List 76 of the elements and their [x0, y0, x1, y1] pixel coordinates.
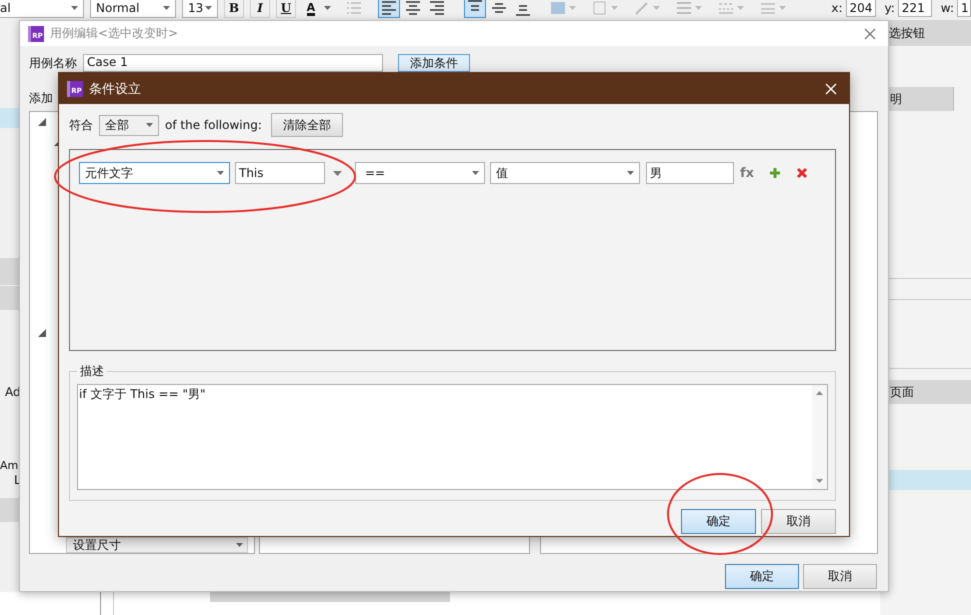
input-field[interactable]: 1 [957, 0, 971, 17]
dropdown[interactable]: al [0, 0, 84, 18]
plus-icon [769, 167, 781, 179]
widget-label: Am [0, 459, 18, 472]
align-left-button[interactable] [378, 0, 400, 18]
ok-button[interactable]: 确定 [681, 509, 756, 534]
dropdown[interactable]: == [355, 162, 485, 184]
align-center-icon [405, 0, 421, 16]
tree-item[interactable]: 设置尺寸 [66, 537, 248, 553]
caret-icon [472, 171, 479, 175]
input-field[interactable]: 204 [846, 0, 876, 17]
field-label: 用例名称 [29, 54, 78, 72]
align-left-icon [381, 0, 397, 16]
dropdown[interactable]: 13 [182, 0, 218, 18]
close-icon [864, 28, 876, 40]
field-label: of the following: [165, 118, 263, 132]
caret-icon [611, 6, 618, 10]
dropdown[interactable]: Normal [90, 0, 176, 18]
group-label: 描述 [79, 363, 105, 380]
section-label: 添加 [29, 90, 53, 107]
caret-icon [779, 6, 786, 10]
close-icon [825, 82, 837, 94]
ok-button[interactable]: 确定 [725, 564, 799, 589]
pen-icon [634, 0, 650, 16]
caret-icon [146, 123, 153, 127]
caret-icon [569, 6, 576, 10]
panel-title: 页面 [889, 384, 914, 400]
underline-button[interactable]: U [276, 0, 296, 18]
fill-color-icon [550, 0, 566, 16]
scroll-down-icon [816, 479, 823, 483]
add-button[interactable] [767, 165, 783, 181]
clear-all-button[interactable]: 清除全部 [271, 113, 343, 137]
bold-button[interactable]: B [224, 0, 244, 18]
delete-button[interactable] [794, 165, 810, 181]
caret-icon [217, 171, 224, 175]
caret-icon [236, 543, 243, 547]
window-title: 条件设立 [89, 80, 141, 98]
input-field[interactable]: 男 [646, 162, 734, 184]
input-field[interactable]: 221 [898, 0, 932, 17]
column-title: 明 [889, 90, 902, 108]
input-field[interactable]: This [235, 162, 325, 184]
function-button[interactable]: fx [738, 166, 756, 180]
caret-icon [71, 6, 78, 10]
caret-icon [695, 6, 702, 10]
dropdown[interactable]: 全部 [99, 114, 159, 136]
caret-icon [627, 171, 634, 175]
cancel-button[interactable]: 取消 [803, 564, 877, 589]
dropdown[interactable]: 值 [490, 162, 640, 184]
add-condition-button[interactable]: 添加条件 [398, 54, 470, 72]
expand-icon [38, 118, 46, 126]
scroll-up-icon [816, 391, 823, 395]
input-field[interactable]: Case 1 [83, 54, 383, 72]
field-label: x: [831, 0, 843, 14]
list-icon [346, 0, 362, 14]
italic-button[interactable]: I [250, 0, 270, 18]
caret-icon [163, 6, 170, 10]
caret-icon [205, 6, 212, 10]
border-icon [592, 0, 608, 16]
field-label: w: [940, 0, 954, 14]
align-top-button[interactable] [464, 0, 486, 18]
panel-title: 选按钮 [888, 24, 925, 42]
align-right-icon [429, 0, 445, 16]
cross-icon [796, 167, 808, 179]
window-title: 用例编辑<选中改变时> [50, 25, 178, 42]
text-area[interactable]: if 文字于 This == "男" [77, 384, 828, 490]
field-label: 符合 [69, 116, 94, 134]
scrollbar[interactable] [812, 385, 827, 489]
caret-icon [653, 6, 660, 10]
line-weight-icon [676, 0, 692, 16]
field-label: y: [884, 0, 895, 14]
caret-icon [737, 6, 744, 10]
caret-icon [333, 170, 342, 176]
expand-icon [38, 329, 46, 337]
cancel-button[interactable]: 取消 [761, 509, 836, 534]
dropdown[interactable]: 元件文字 [79, 162, 230, 184]
caret-icon [324, 6, 332, 10]
